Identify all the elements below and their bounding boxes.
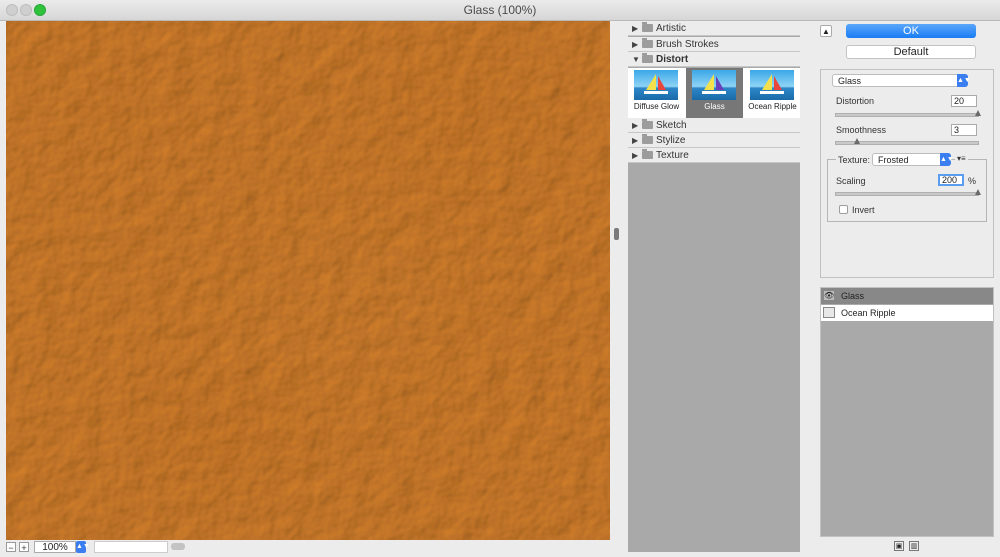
sailboat-thumbnail (750, 70, 794, 100)
distortion-field[interactable]: 20 (951, 95, 977, 107)
frosted-glass-texture (6, 21, 610, 540)
scaling-field[interactable]: 200 (938, 174, 964, 186)
effect-layer-ocean-ripple[interactable]: Ocean Ripple (821, 305, 993, 321)
collapse-triangle-icon: ▼ (632, 55, 640, 64)
category-texture[interactable]: ▶ Texture (628, 148, 800, 163)
zoom-in-button[interactable]: + (19, 542, 29, 553)
filter-settings-panel: Glass ▲▼ Distortion 20 Smoothness 3 Text… (820, 69, 994, 278)
scaling-label: Scaling (836, 176, 866, 186)
distortion-label: Distortion (836, 96, 875, 106)
preview-status-bar: − + 100% ▲▼ (6, 541, 610, 554)
expand-triangle-icon: ▶ (632, 40, 639, 49)
invert-checkbox[interactable] (839, 205, 848, 214)
category-artistic[interactable]: ▶ Artistic (628, 21, 800, 36)
title-bar: Glass (100%) (0, 0, 1000, 21)
invert-label: Invert (852, 205, 875, 215)
texture-menu-icon[interactable]: ▾≡ (955, 154, 968, 163)
folder-icon (642, 119, 653, 129)
filter-thumb-glass[interactable]: Glass (686, 68, 743, 118)
filter-thumb-diffuse-glow[interactable]: Diffuse Glow (628, 68, 685, 118)
window-title: Glass (100%) (463, 3, 537, 17)
scaling-unit: % (968, 176, 977, 186)
smoothness-slider-knob[interactable] (854, 138, 861, 144)
expand-triangle-icon: ▶ (632, 121, 639, 130)
distort-thumbnails: Diffuse Glow Glass Ocean Ripple (628, 68, 800, 118)
folder-icon (642, 38, 653, 48)
chevron-updown-icon: ▲▼ (957, 74, 971, 87)
category-sketch[interactable]: ▶ Sketch (628, 118, 800, 133)
smoothness-slider[interactable] (835, 138, 979, 145)
folder-icon (642, 149, 653, 159)
category-stylize[interactable]: ▶ Stylize (628, 133, 800, 148)
effect-layer-glass[interactable]: 👁 Glass (821, 288, 993, 304)
smoothness-label: Smoothness (836, 125, 887, 135)
scaling-slider[interactable] (835, 189, 981, 196)
folder-open-icon (642, 53, 653, 63)
filter-preview-canvas[interactable] (6, 21, 610, 540)
horizontal-scroll-thumb[interactable] (171, 543, 185, 550)
zoom-dropdown-arrow[interactable]: ▲▼ (76, 541, 90, 553)
zoom-level-field[interactable]: 100% (34, 541, 76, 553)
texture-select[interactable]: Frosted ▲▼ (872, 153, 954, 166)
expand-triangle-icon: ▶ (632, 24, 639, 33)
eye-icon[interactable]: 👁 (823, 290, 835, 301)
filter-category-list: ▶ Artistic ▶ Brush Strokes ▼ Distort Dif… (628, 21, 800, 552)
visibility-toggle[interactable] (823, 307, 835, 318)
sailboat-thumbnail (692, 70, 736, 100)
effect-layers-panel: 👁 Glass Ocean Ripple (820, 287, 994, 537)
texture-label: Texture: (836, 155, 873, 165)
ok-button[interactable]: OK (846, 24, 976, 38)
folder-icon (642, 22, 653, 32)
distortion-slider-knob[interactable] (975, 110, 981, 116)
sailboat-thumbnail (634, 70, 678, 100)
chevron-updown-icon: ▲▼ (940, 153, 954, 166)
category-distort[interactable]: ▼ Distort (628, 52, 800, 67)
expand-triangle-icon: ▶ (632, 136, 639, 145)
scaling-slider-knob[interactable] (975, 189, 981, 195)
default-button[interactable]: Default (846, 45, 976, 59)
expand-triangle-icon: ▶ (632, 151, 639, 160)
horizontal-scrollbar[interactable] (94, 541, 168, 553)
zoom-out-button[interactable]: − (6, 542, 16, 553)
panel-splitter-handle[interactable] (614, 228, 619, 240)
trash-icon[interactable]: ▥ (909, 541, 919, 551)
folder-icon (642, 134, 653, 144)
distortion-slider[interactable] (835, 110, 981, 117)
smoothness-field[interactable]: 3 (951, 124, 977, 136)
new-effect-layer-icon[interactable]: ▣ (894, 541, 904, 551)
texture-group (827, 159, 987, 222)
collapse-gallery-button[interactable]: ▲ (820, 25, 832, 37)
filter-select[interactable]: Glass ▲▼ (832, 74, 971, 87)
category-brush-strokes[interactable]: ▶ Brush Strokes (628, 37, 800, 52)
filter-thumb-ocean-ripple[interactable]: Ocean Ripple (744, 68, 801, 118)
